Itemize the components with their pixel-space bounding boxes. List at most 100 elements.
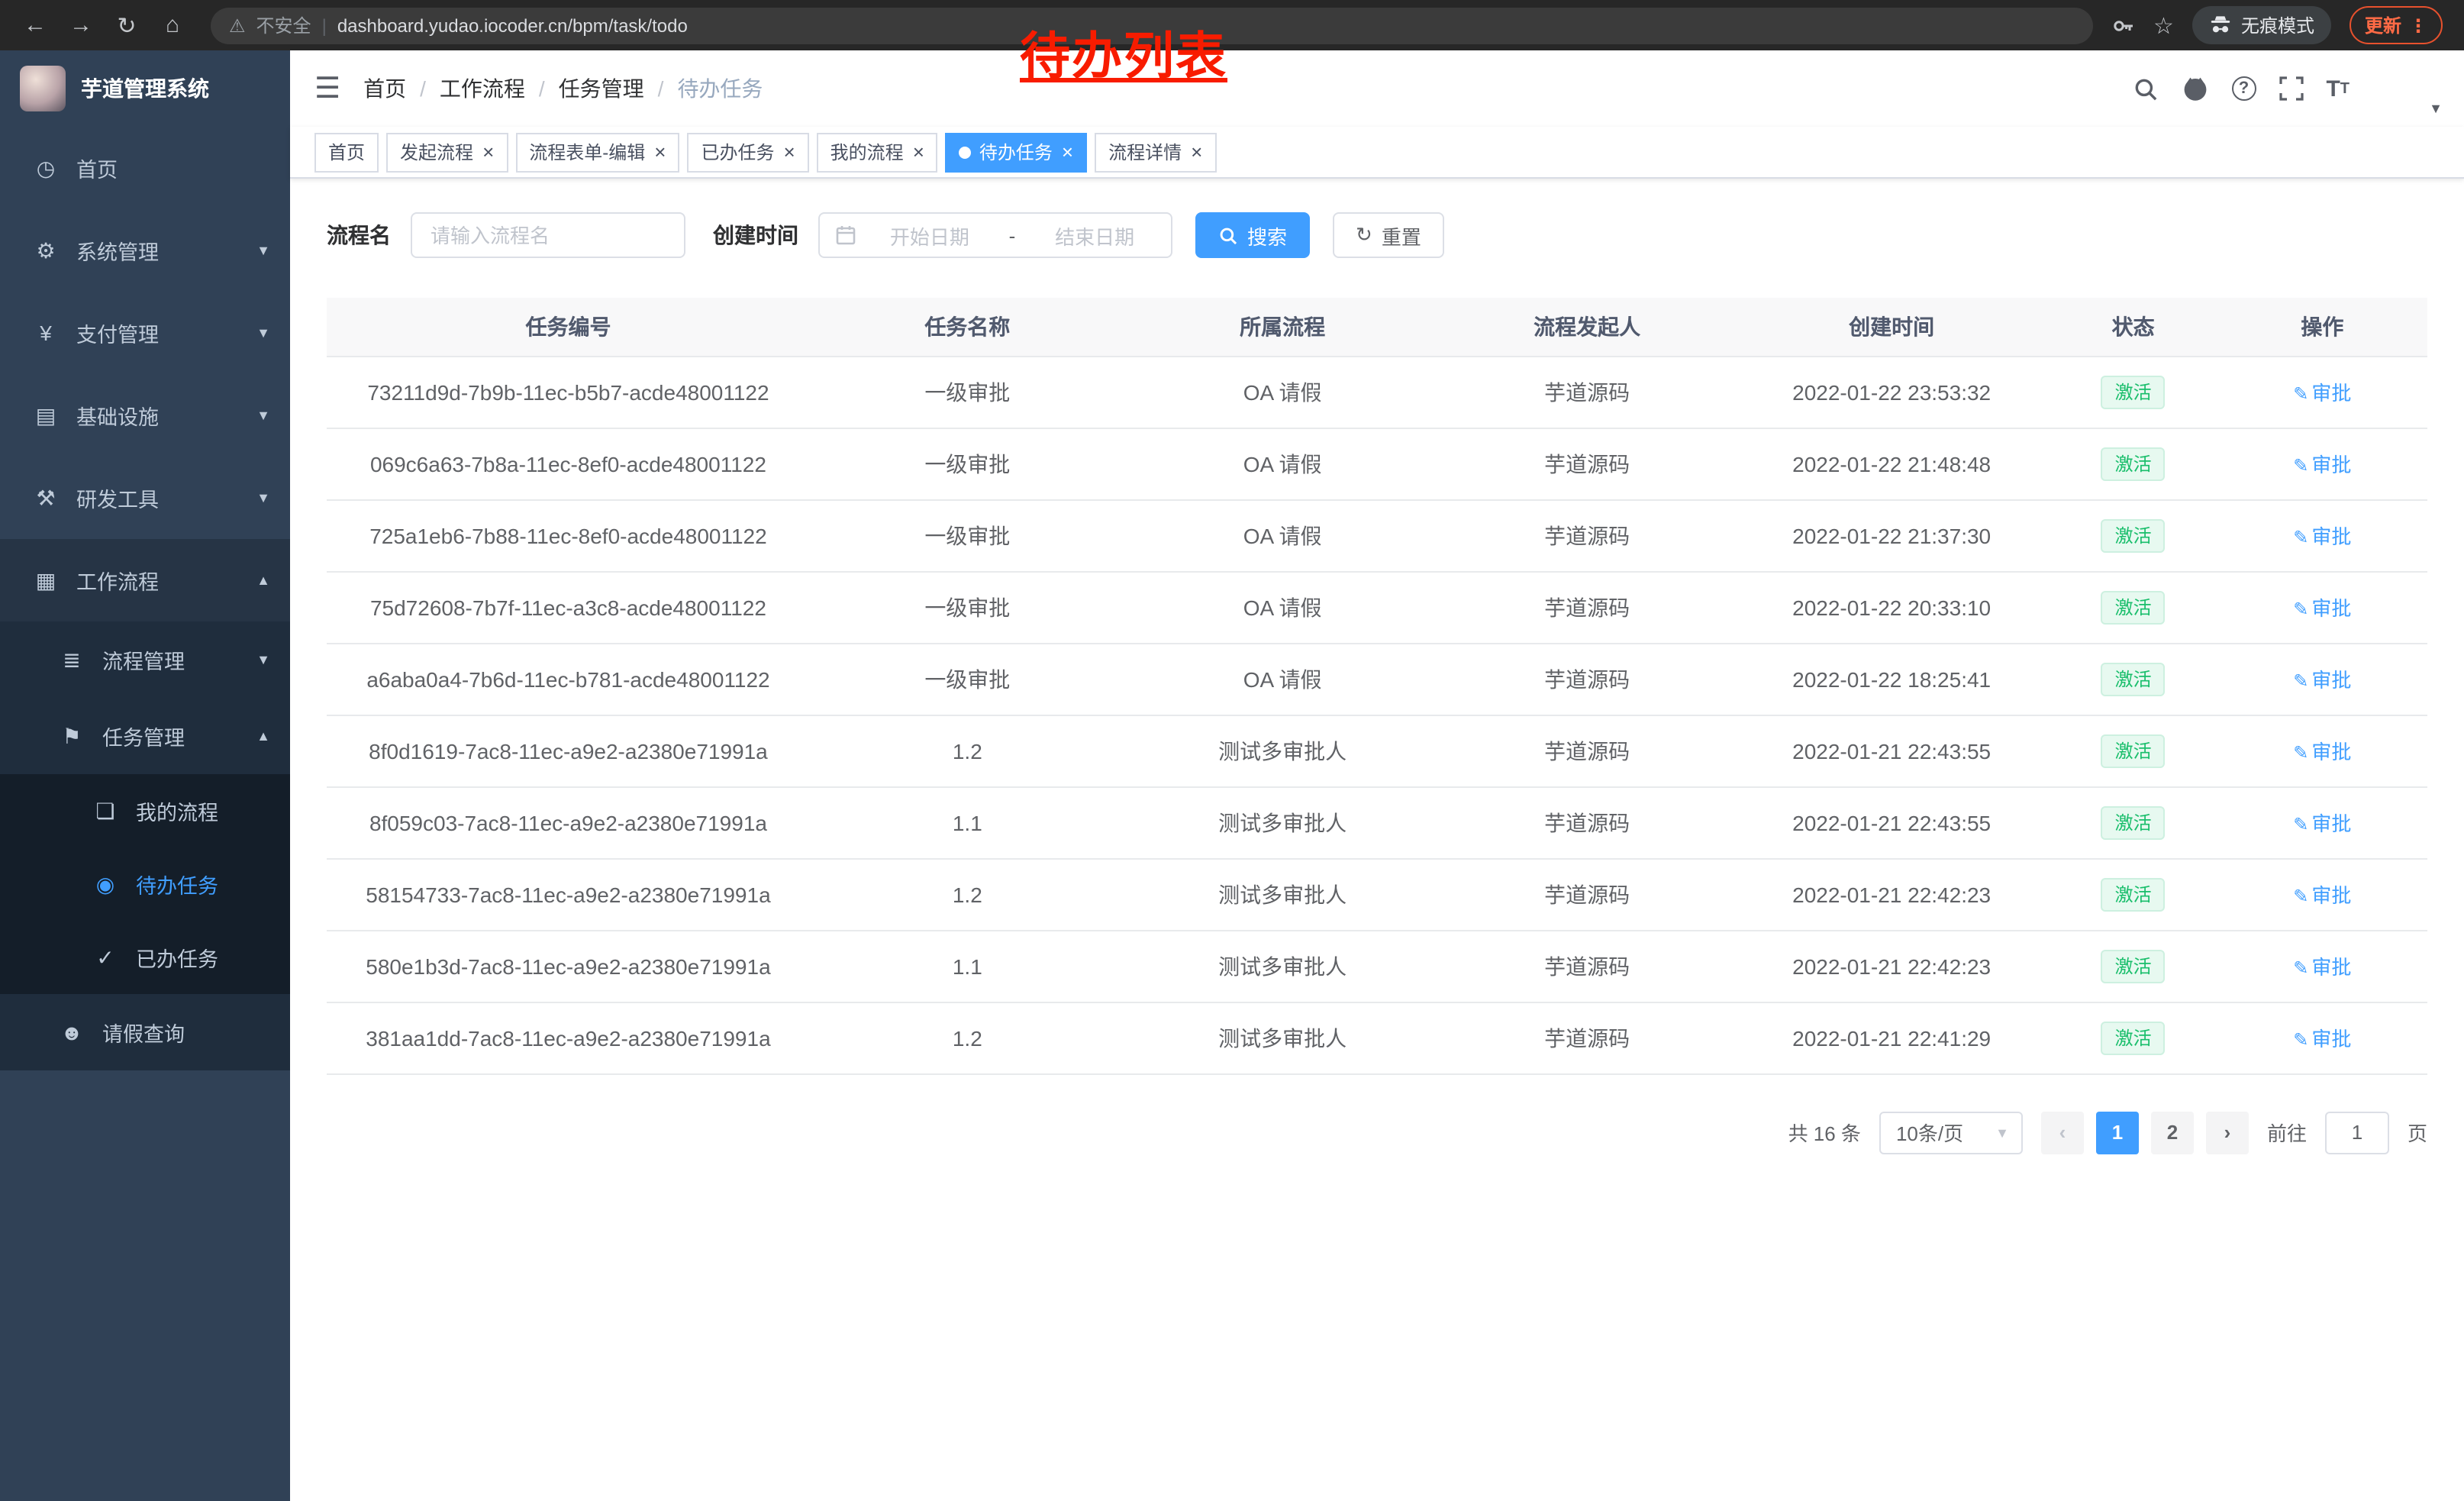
cell-process: 测试多审批人 <box>1125 930 1440 1002</box>
tab-待办任务[interactable]: 待办任务× <box>946 132 1087 172</box>
bookmark-star-icon[interactable]: ☆ <box>2153 11 2174 39</box>
sidebar-item-process-mgmt[interactable]: ≣流程管理▼ <box>0 621 290 698</box>
help-icon[interactable]: ? <box>2231 76 2256 101</box>
tab-close-icon[interactable]: × <box>654 142 666 162</box>
prev-page-button[interactable]: ‹ <box>2041 1111 2084 1154</box>
sidebar-item-label: 请假查询 <box>102 1017 185 1047</box>
reload-icon[interactable]: ↻ <box>107 5 147 45</box>
approve-link[interactable]: ✎审批 <box>2293 812 2351 835</box>
start-date-placeholder[interactable]: 开始日期 <box>869 221 991 250</box>
tab-close-icon[interactable]: × <box>1191 142 1202 162</box>
page-button-1[interactable]: 1 <box>2096 1111 2139 1154</box>
back-icon[interactable]: ← <box>15 5 55 45</box>
cell-task-id: 580e1b3d-7ac8-11ec-a9e2-a2380e71991a <box>327 930 810 1002</box>
status-badge: 激活 <box>2101 662 2166 696</box>
next-page-button[interactable]: › <box>2206 1111 2249 1154</box>
page-size-select[interactable]: 10条/页 ▼ <box>1879 1111 2023 1154</box>
fullscreen-icon[interactable] <box>2279 76 2303 101</box>
tab-label: 流程详情 <box>1108 139 1182 165</box>
sidebar-item-todo-task[interactable]: ◉待办任务 <box>0 847 290 921</box>
breadcrumb-item[interactable]: 工作流程 <box>440 73 525 104</box>
tab-close-icon[interactable]: × <box>482 142 494 162</box>
top-header: ☰ 首页/工作流程/任务管理/待办任务 ? <box>290 50 2464 127</box>
reset-button[interactable]: ↻ 重置 <box>1333 212 1444 258</box>
pagination: 共 16 条 10条/页 ▼ ‹ 12 › 前往 页 <box>327 1111 2427 1199</box>
sidebar-item-workflow[interactable]: ▦工作流程▲ <box>0 539 290 621</box>
table-header-row: 任务编号任务名称所属流程流程发起人创建时间状态操作 <box>327 298 2427 356</box>
approve-link[interactable]: ✎审批 <box>2293 741 2351 763</box>
goto-page-input[interactable] <box>2325 1111 2389 1154</box>
tab-close-icon[interactable]: × <box>783 142 795 162</box>
sidebar-item-label: 流程管理 <box>102 644 185 675</box>
warning-icon: ⚠ <box>229 15 246 36</box>
sidebar-item-my-process[interactable]: ❏我的流程 <box>0 774 290 847</box>
browser-update-button[interactable]: 更新 ⋮ <box>2350 6 2443 44</box>
cell-task-id: 8f0d1619-7ac8-11ec-a9e2-a2380e71991a <box>327 715 810 786</box>
cell-task-id: 381aa1dd-7ac8-11ec-a9e2-a2380e71991a <box>327 1002 810 1073</box>
approve-link[interactable]: ✎审批 <box>2293 597 2351 620</box>
approve-link[interactable]: ✎审批 <box>2293 1028 2351 1051</box>
tab-首页[interactable]: 首页 <box>314 132 379 172</box>
approve-link[interactable]: ✎审批 <box>2293 525 2351 548</box>
column-header: 创建时间 <box>1734 298 2050 356</box>
tab-我的流程[interactable]: 我的流程× <box>817 132 938 172</box>
url-text[interactable]: dashboard.yudao.iocoder.cn/bpm/task/todo <box>337 15 688 36</box>
tab-label: 流程表单-编辑 <box>529 139 645 165</box>
hamburger-icon[interactable]: ☰ <box>314 74 340 103</box>
tab-close-icon[interactable]: × <box>1062 142 1073 162</box>
tab-已办任务[interactable]: 已办任务× <box>687 132 808 172</box>
process-name-label: 流程名 <box>327 220 391 250</box>
approve-link[interactable]: ✎审批 <box>2293 956 2351 979</box>
kebab-menu-icon[interactable]: ⋮ <box>2409 15 2427 36</box>
active-tab-dot <box>959 146 972 158</box>
status-badge: 激活 <box>2101 375 2166 408</box>
task-table: 任务编号任务名称所属流程流程发起人创建时间状态操作 73211d9d-7b9b-… <box>327 298 2427 1074</box>
breadcrumb-item[interactable]: 首页 <box>363 73 406 104</box>
sidebar-item-devtools[interactable]: ⚒研发工具▼ <box>0 457 290 539</box>
refresh-icon: ↻ <box>1356 223 1372 247</box>
cell-task-name: 一级审批 <box>810 428 1125 499</box>
search-button[interactable]: 搜索 <box>1195 212 1310 258</box>
security-label[interactable]: 不安全 <box>256 12 311 38</box>
tab-close-icon[interactable]: × <box>913 142 924 162</box>
page-button-2[interactable]: 2 <box>2151 1111 2194 1154</box>
cell-initiator: 芋道源码 <box>1440 428 1734 499</box>
github-icon[interactable] <box>2181 75 2208 102</box>
column-header: 任务编号 <box>327 298 810 356</box>
sidebar-item-task-mgmt[interactable]: ⚑任务管理▲ <box>0 698 290 774</box>
pager-pages: 12 <box>2096 1111 2194 1154</box>
approve-link[interactable]: ✎审批 <box>2293 884 2351 907</box>
tab-发起流程[interactable]: 发起流程 × <box>386 132 508 172</box>
status-badge: 激活 <box>2101 877 2166 911</box>
key-icon[interactable] <box>2111 13 2135 37</box>
sidebar-item-infrastructure[interactable]: ▤基础设施▼ <box>0 374 290 457</box>
home-icon[interactable]: ⌂ <box>153 5 192 45</box>
sidebar-item-payment[interactable]: ¥支付管理▼ <box>0 292 290 374</box>
sidebar-item-system[interactable]: ⚙系统管理▼ <box>0 209 290 292</box>
approve-link[interactable]: ✎审批 <box>2293 669 2351 692</box>
tab-流程详情[interactable]: 流程详情 × <box>1095 132 1216 172</box>
filter-bar: 流程名 创建时间 开始日期 - 结束日期 <box>327 212 2427 258</box>
status-badge: 激活 <box>2101 447 2166 480</box>
approve-link[interactable]: ✎审批 <box>2293 454 2351 476</box>
app-logo[interactable]: 芋道管理系统 <box>0 50 290 127</box>
sidebar-item-done-task[interactable]: ✓已办任务 <box>0 921 290 994</box>
forward-icon[interactable]: → <box>61 5 101 45</box>
sidebar-item-label: 已办任务 <box>136 942 218 973</box>
breadcrumb-item[interactable]: 任务管理 <box>559 73 644 104</box>
user-avatar[interactable]: ▼ <box>2379 64 2440 113</box>
process-name-input[interactable] <box>411 212 685 258</box>
sidebar-item-home[interactable]: ◷首页 <box>0 127 290 209</box>
select-caret-icon: ▼ <box>1995 1125 2009 1140</box>
sidebar-item-leave-query[interactable]: ☻请假查询 <box>0 994 290 1070</box>
approve-link[interactable]: ✎审批 <box>2293 382 2351 405</box>
cell-process: OA 请假 <box>1125 499 1440 571</box>
date-range-picker[interactable]: 开始日期 - 结束日期 <box>818 212 1172 258</box>
sidebar-item-label: 研发工具 <box>76 483 159 513</box>
tab-流程表单-编辑[interactable]: 流程表单-编辑 × <box>515 132 679 172</box>
font-size-icon[interactable]: TT <box>2326 76 2350 102</box>
tab-label: 发起流程 <box>400 139 473 165</box>
search-icon[interactable] <box>2132 76 2158 102</box>
end-date-placeholder[interactable]: 结束日期 <box>1034 221 1156 250</box>
task-table-body: 73211d9d-7b9b-11ec-b5b7-acde48001122一级审批… <box>327 356 2427 1073</box>
